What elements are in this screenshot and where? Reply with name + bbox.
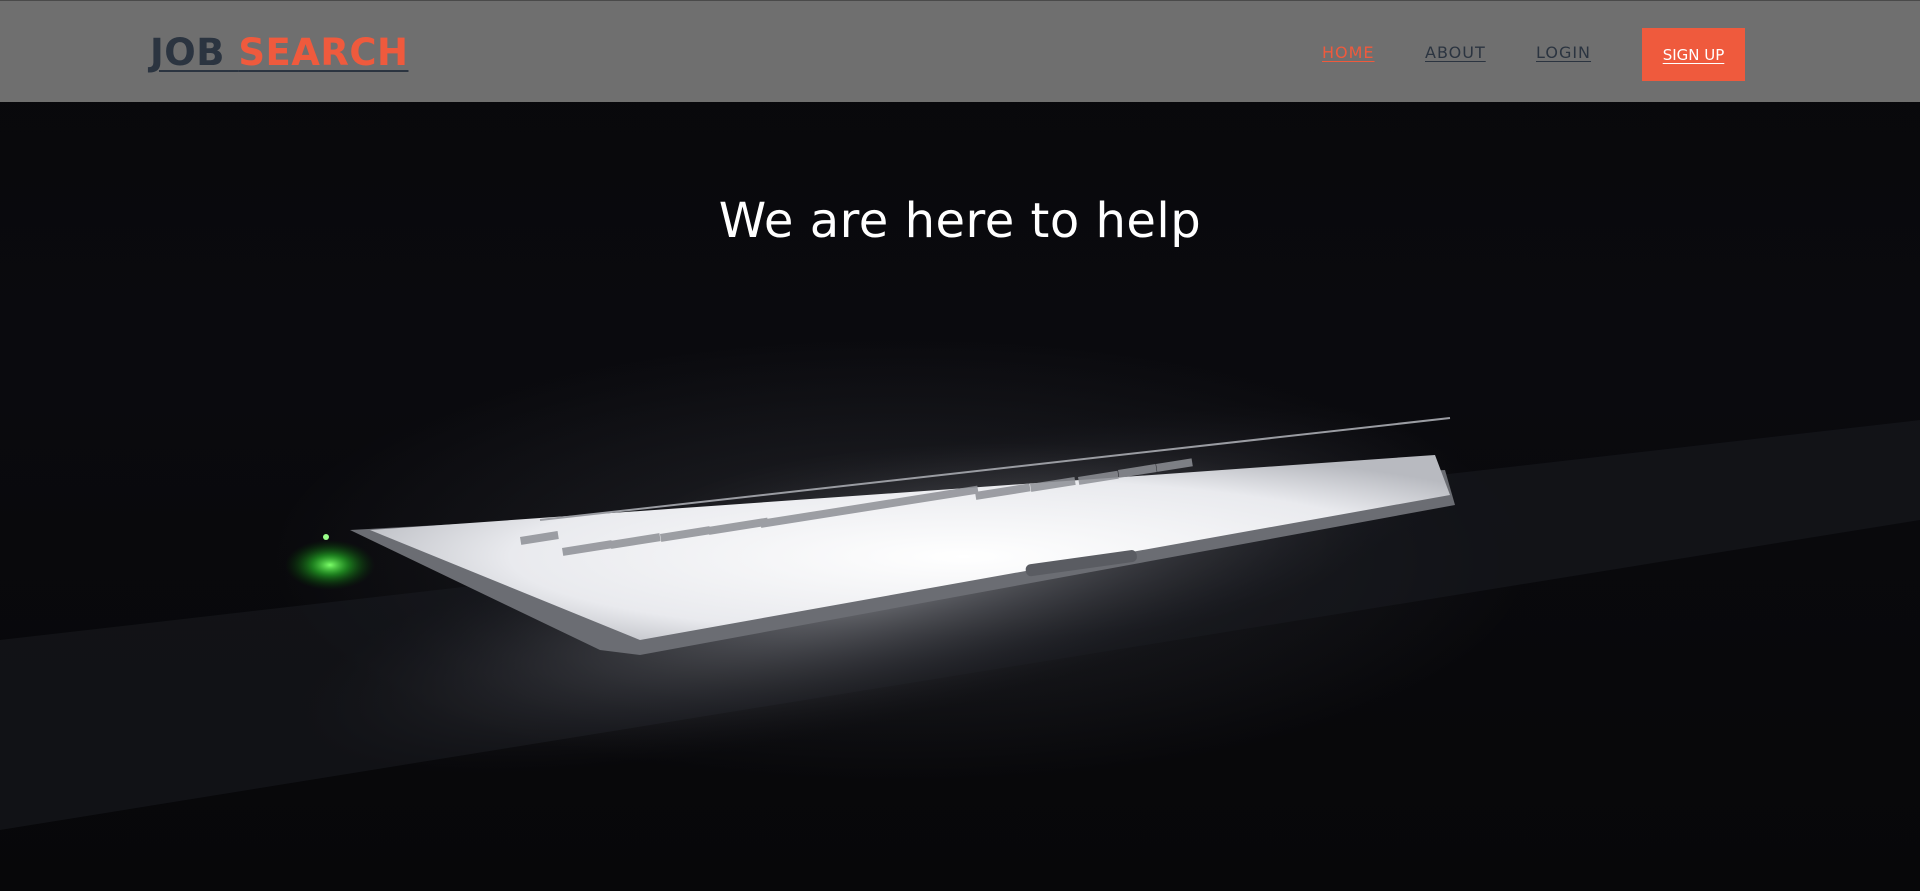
hero-headline: We are here to help — [718, 193, 1202, 249]
signup-button[interactable]: SIGN UP — [1642, 28, 1745, 81]
brand-name-part1: JOB — [150, 31, 239, 74]
nav-home-link[interactable]: HOME — [1322, 43, 1375, 62]
nav-about-link[interactable]: ABOUT — [1425, 43, 1486, 62]
hero-background-image — [0, 0, 1920, 891]
nav-login-link[interactable]: LOGIN — [1536, 43, 1591, 62]
brand-logo-link[interactable]: JOB SEARCH — [150, 31, 408, 74]
top-navbar: JOB SEARCH HOME ABOUT LOGIN SIGN UP — [0, 0, 1920, 102]
brand-name-part2: SEARCH — [238, 31, 409, 74]
laptop-illustration — [0, 404, 1920, 830]
